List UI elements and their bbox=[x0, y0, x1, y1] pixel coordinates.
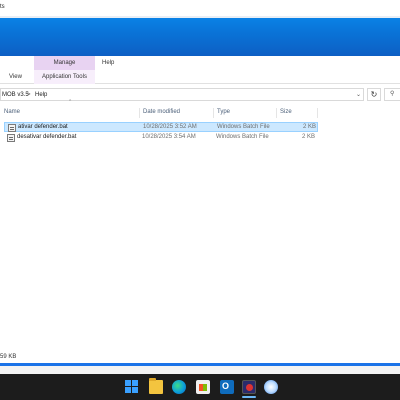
address-row: MOB v3.5 > Help ⌄ ↻ ⚲ bbox=[0, 84, 400, 104]
batch-file-icon bbox=[8, 124, 16, 132]
file-size: 2 KB bbox=[302, 134, 316, 140]
refresh-icon[interactable]: ↻ bbox=[367, 88, 381, 101]
copilot-icon[interactable] bbox=[264, 380, 278, 394]
column-header-name[interactable]: Name bbox=[4, 106, 20, 120]
breadcrumb-separator[interactable]: > bbox=[27, 90, 31, 100]
column-divider[interactable] bbox=[213, 108, 214, 118]
column-divider[interactable] bbox=[276, 108, 277, 118]
breadcrumb-help[interactable]: Help bbox=[35, 90, 47, 100]
address-bar[interactable]: MOB v3.5 > Help ⌄ bbox=[0, 88, 364, 101]
window-title: ts bbox=[0, 4, 5, 10]
tab-manage[interactable]: Manage bbox=[34, 56, 95, 70]
edge-icon[interactable] bbox=[172, 380, 186, 394]
window-title-bar[interactable]: ts bbox=[0, 0, 400, 16]
banner-top-edge bbox=[0, 16, 400, 18]
file-type: Windows Batch File bbox=[216, 134, 269, 140]
address-dropdown-icon[interactable]: ⌄ bbox=[356, 90, 361, 100]
file-row-ativar-defender[interactable]: ativar defender.bat 10/28/2025 3:52 AM W… bbox=[4, 122, 318, 132]
file-explorer-icon[interactable] bbox=[149, 378, 163, 394]
breadcrumb-mob[interactable]: MOB v3.5 bbox=[2, 90, 29, 100]
search-box[interactable]: ⚲ bbox=[384, 88, 400, 101]
file-date: 10/28/2025 3:52 AM bbox=[143, 124, 197, 130]
batch-file-icon bbox=[7, 134, 15, 142]
outlook-icon[interactable] bbox=[220, 380, 234, 394]
sort-chevron-icon: ⌃ bbox=[68, 99, 73, 105]
app-icon[interactable] bbox=[242, 380, 256, 394]
file-name: desativar defender.bat bbox=[17, 134, 77, 140]
tab-view[interactable]: View bbox=[9, 70, 22, 84]
window-bottom-edge bbox=[0, 366, 400, 374]
microsoft-store-icon[interactable] bbox=[196, 380, 210, 394]
active-app-indicator bbox=[242, 396, 256, 398]
column-divider[interactable] bbox=[139, 108, 140, 118]
status-bar: 59 KB bbox=[0, 352, 400, 363]
column-header-date-modified[interactable]: Date modified bbox=[143, 106, 180, 120]
file-row-desativar-defender[interactable]: desativar defender.bat 10/28/2025 3:54 A… bbox=[4, 133, 318, 143]
windows-start-icon[interactable] bbox=[125, 380, 139, 394]
file-name: ativar defender.bat bbox=[18, 124, 68, 130]
taskbar bbox=[0, 374, 400, 400]
column-header-type[interactable]: Type bbox=[217, 106, 230, 120]
column-headers: Name Date modified Type Size bbox=[0, 106, 318, 120]
ribbon-tabs: Manage Application Tools View Help bbox=[0, 56, 400, 84]
file-type: Windows Batch File bbox=[217, 124, 270, 130]
column-header-size[interactable]: Size bbox=[280, 106, 292, 120]
search-icon: ⚲ bbox=[390, 91, 395, 97]
column-divider[interactable] bbox=[317, 108, 318, 118]
status-text: 59 KB bbox=[0, 354, 17, 360]
remote-session-banner bbox=[0, 16, 400, 56]
file-size: 2 KB bbox=[303, 124, 317, 130]
tab-help[interactable]: Help bbox=[102, 56, 114, 70]
file-date: 10/28/2025 3:54 AM bbox=[142, 134, 196, 140]
screen: ts Manage Application Tools View Help MO… bbox=[0, 0, 400, 400]
tab-application-tools[interactable]: Application Tools bbox=[34, 70, 95, 84]
